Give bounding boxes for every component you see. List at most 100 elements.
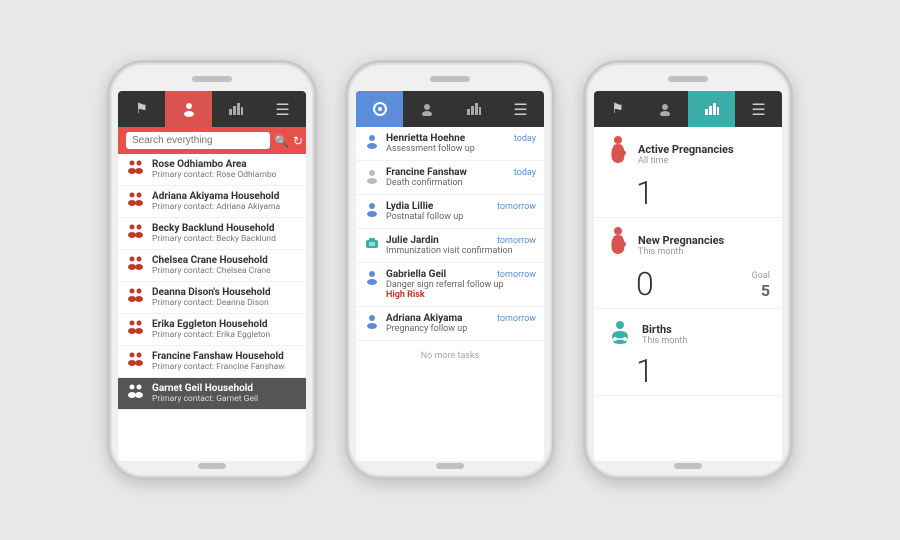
stat-subtitle: This month [642, 336, 687, 346]
contact-item[interactable]: Adriana Akiyama Household Primary contac… [118, 186, 306, 218]
stat-title: New Pregnancies [638, 234, 724, 247]
task-person-icon [364, 202, 380, 222]
phone-3-nav: ⚑ ☰ [594, 91, 782, 127]
contact-name: Chelsea Crane Household [152, 255, 298, 266]
household-icon [126, 319, 146, 340]
task-header: Lydia Lillie tomorrow [386, 201, 536, 212]
task-body: Francine Fanshaw today Death confirmatio… [386, 167, 536, 188]
stat-value-row: 0 Goal 5 [606, 268, 770, 300]
contact-item[interactable]: Rose Odhiambo Area Primary contact: Rose… [118, 154, 306, 186]
contact-name: Francine Fanshaw Household [152, 351, 298, 362]
task-desc: Immunization visit confirmation [386, 246, 536, 256]
contact-sub: Primary contact: Adriana Akiyama [152, 202, 298, 212]
task-desc: Postnatal follow up [386, 212, 536, 222]
contact-sub: Primary contact: Garnet Geil [152, 394, 298, 404]
task-header: Adriana Akiyama tomorrow [386, 313, 536, 324]
nav-tab-menu-3[interactable]: ☰ [735, 91, 782, 127]
task-time: tomorrow [497, 314, 536, 324]
task-person-icon [364, 314, 380, 334]
task-item[interactable]: Adriana Akiyama tomorrow Pregnancy follo… [356, 307, 544, 341]
task-item[interactable]: Gabriella Geil tomorrow Danger sign refe… [356, 263, 544, 307]
task-person-icon [364, 134, 380, 154]
contact-item[interactable]: Chelsea Crane Household Primary contact:… [118, 250, 306, 282]
task-body: Henrietta Hoehne today Assessment follow… [386, 133, 536, 154]
stat-subtitle: All time [638, 156, 734, 166]
contact-list: Rose Odhiambo Area Primary contact: Rose… [118, 154, 306, 461]
contact-text: Becky Backlund Household Primary contact… [152, 223, 298, 244]
contact-text: Rose Odhiambo Area Primary contact: Rose… [152, 159, 298, 180]
nav-tab-menu-1[interactable]: ☰ [259, 91, 306, 127]
contact-text: Garnet Geil Household Primary contact: G… [152, 383, 298, 404]
nav-tab-flag-2[interactable] [356, 91, 403, 127]
phone-1: ⚑ ☰ [107, 60, 317, 480]
phone-2-nav: ☰ [356, 91, 544, 127]
contact-sub: Primary contact: Erika Eggleton [152, 330, 298, 340]
stat-number: 0 [636, 268, 654, 300]
contact-sub: Primary contact: Francine Fanshaw [152, 362, 298, 372]
task-person-icon [364, 168, 380, 188]
search-icon[interactable]: 🔍 [274, 134, 289, 148]
stat-subtitle: This month [638, 247, 724, 257]
contact-item[interactable]: Becky Backlund Household Primary contact… [118, 218, 306, 250]
stat-number: 1 [636, 355, 654, 387]
task-time: tomorrow [497, 270, 536, 280]
contact-text: Francine Fanshaw Household Primary conta… [152, 351, 298, 372]
task-item[interactable]: Lydia Lillie tomorrow Postnatal follow u… [356, 195, 544, 229]
task-desc: Pregnancy follow up [386, 324, 536, 334]
phone-3-screen: ⚑ ☰ [594, 91, 782, 461]
search-input[interactable] [126, 132, 270, 149]
no-more-tasks: No more tasks [356, 341, 544, 371]
stat-goal-label: Goal [752, 271, 770, 281]
stat-header: New Pregnancies This month [606, 226, 770, 264]
contact-text: Deanna Dison's Household Primary contact… [152, 287, 298, 308]
task-item[interactable]: Julie Jardin tomorrow Immunization visit… [356, 229, 544, 263]
contact-item[interactable]: Garnet Geil Household Primary contact: G… [118, 378, 306, 410]
stat-title: Active Pregnancies [638, 143, 734, 156]
household-icon [126, 191, 146, 212]
phone-1-screen: ⚑ ☰ [118, 91, 306, 461]
nav-tab-chart-2[interactable] [450, 91, 497, 127]
task-person-icon [364, 236, 380, 256]
task-header: Francine Fanshaw today [386, 167, 536, 178]
stats-list: Active Pregnancies All time 1 New Pregna… [594, 127, 782, 461]
phones-container: ⚑ ☰ [87, 40, 813, 500]
stat-goal-value: 5 [752, 281, 770, 300]
contact-sub: Primary contact: Rose Odhiambo [152, 170, 298, 180]
nav-tab-chart-1[interactable] [212, 91, 259, 127]
nav-tab-person-3[interactable] [641, 91, 688, 127]
nav-tab-chart-3[interactable] [688, 91, 735, 127]
task-desc: Assessment follow up [386, 144, 536, 154]
stat-value-row: 1 [606, 177, 770, 209]
nav-tab-menu-2[interactable]: ☰ [497, 91, 544, 127]
stat-block: New Pregnancies This month 0 Goal 5 [594, 218, 782, 309]
contact-sub: Primary contact: Becky Backlund [152, 234, 298, 244]
nav-tab-flag-1[interactable]: ⚑ [118, 91, 165, 127]
task-time: today [514, 168, 536, 178]
stat-icon [606, 317, 634, 351]
task-body: Julie Jardin tomorrow Immunization visit… [386, 235, 536, 256]
contact-item[interactable]: Erika Eggleton Household Primary contact… [118, 314, 306, 346]
task-desc: Danger sign referral follow up [386, 280, 536, 290]
task-item[interactable]: Francine Fanshaw today Death confirmatio… [356, 161, 544, 195]
household-icon [126, 159, 146, 180]
stat-title-block: Births This month [642, 323, 687, 346]
nav-tab-person-1[interactable] [165, 91, 212, 127]
contact-name: Adriana Akiyama Household [152, 191, 298, 202]
stat-icon [606, 226, 630, 264]
phone-2-screen: ☰ Henrietta Hoehne today Assessment foll… [356, 91, 544, 461]
refresh-icon[interactable]: ↻ [293, 134, 303, 148]
household-icon [126, 383, 146, 404]
task-person-icon [364, 270, 380, 290]
contact-item[interactable]: Francine Fanshaw Household Primary conta… [118, 346, 306, 378]
task-name: Gabriella Geil [386, 269, 446, 280]
phone-1-nav: ⚑ ☰ [118, 91, 306, 127]
contact-text: Chelsea Crane Household Primary contact:… [152, 255, 298, 276]
phone-2: ☰ Henrietta Hoehne today Assessment foll… [345, 60, 555, 480]
contact-name: Rose Odhiambo Area [152, 159, 298, 170]
task-item[interactable]: Henrietta Hoehne today Assessment follow… [356, 127, 544, 161]
nav-tab-flag-3[interactable]: ⚑ [594, 91, 641, 127]
task-desc: Death confirmation [386, 178, 536, 188]
stat-header: Births This month [606, 317, 770, 351]
nav-tab-person-2[interactable] [403, 91, 450, 127]
contact-item[interactable]: Deanna Dison's Household Primary contact… [118, 282, 306, 314]
